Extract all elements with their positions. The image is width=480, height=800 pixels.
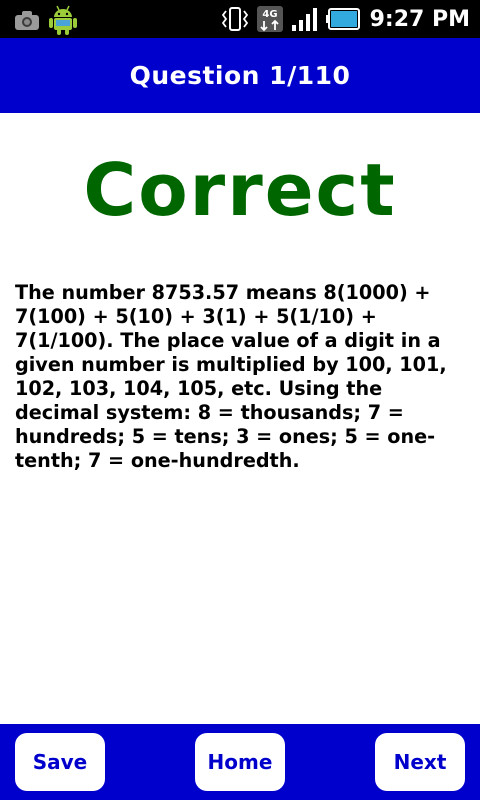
vibrate-icon: [220, 6, 250, 32]
clock-time: 9:27 PM: [369, 6, 470, 32]
question-counter-title: Question 1/110: [129, 61, 351, 90]
signal-icon: [290, 6, 320, 32]
answer-explanation: The number 8753.57 means 8(1000) + 7(100…: [15, 281, 447, 472]
bottom-nav-bar: Save Home Next: [0, 724, 480, 800]
status-bar: 4G 9:27 PM: [0, 0, 480, 38]
save-button[interactable]: Save: [15, 733, 105, 791]
android-icon: [48, 4, 78, 36]
home-button[interactable]: Home: [195, 733, 285, 791]
header-bar: Question 1/110: [0, 38, 480, 113]
result-heading: Correct: [83, 148, 397, 232]
next-button[interactable]: Next: [375, 733, 465, 791]
network-4g-icon: 4G: [256, 5, 284, 33]
battery-icon: [325, 7, 360, 31]
camera-icon: [14, 9, 40, 31]
svg-text:4G: 4G: [262, 9, 277, 20]
